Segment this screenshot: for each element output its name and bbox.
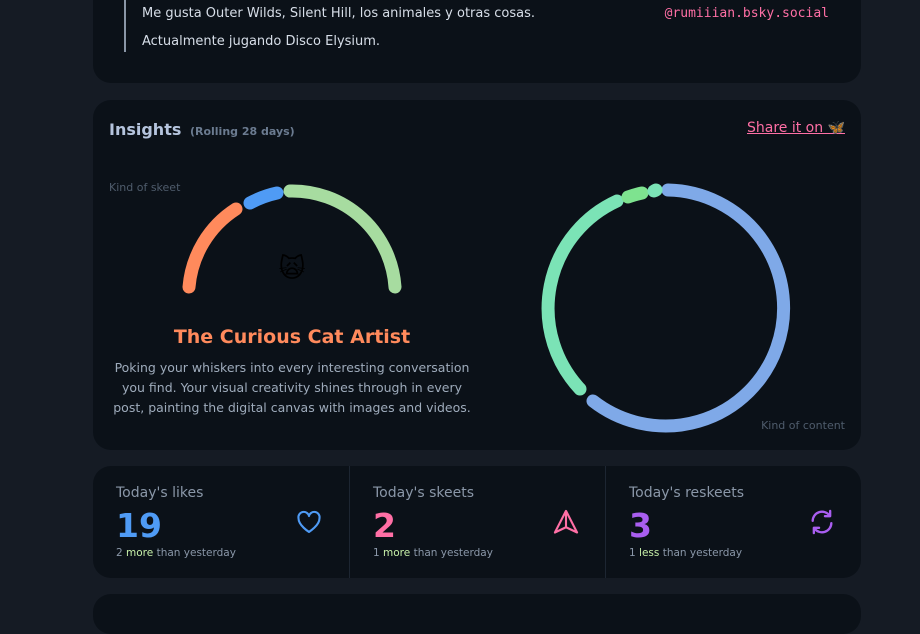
stat-label: Today's likes xyxy=(116,485,204,501)
stat-comparison: 2 more than yesterday xyxy=(116,547,236,559)
today-stats-card: Today's likes 19 2 more than yesterday T… xyxy=(93,466,861,578)
stat-value: 2 xyxy=(373,506,396,545)
stat-comparison: 1 less than yesterday xyxy=(629,547,743,559)
send-icon xyxy=(553,509,579,534)
insights-card: Insights (Rolling 28 days) Share it on 🦋… xyxy=(93,100,861,450)
bio-line: Me gusta Outer Wilds, Silent Hill, los a… xyxy=(142,6,536,21)
stat-value: 3 xyxy=(629,506,652,545)
cat-mascot-icon: 🙀 xyxy=(278,254,305,284)
archetype-description: Poking your whiskers into every interest… xyxy=(113,360,471,415)
stat-reskeets: Today's reskeets 3 1 less than yesterday xyxy=(605,466,862,578)
gauge-segment xyxy=(283,184,402,294)
stat-label: Today's skeets xyxy=(373,485,474,501)
repost-icon xyxy=(811,509,833,535)
next-card xyxy=(93,594,861,634)
stat-comparison: 1 more than yesterday xyxy=(373,547,493,559)
donut-segment xyxy=(586,183,791,433)
stat-label: Today's reskeets xyxy=(629,485,745,501)
donut-segment xyxy=(647,183,663,198)
gauge-segment xyxy=(182,202,243,294)
gauge-segment xyxy=(243,186,284,210)
donut-segment xyxy=(621,186,649,204)
profile-card: Me gusta Outer Wilds, Silent Hill, los a… xyxy=(93,0,861,83)
stat-skeets: Today's skeets 2 1 more than yesterday xyxy=(349,466,606,578)
archetype-title: The Curious Cat Artist xyxy=(173,326,411,348)
stat-value: 19 xyxy=(116,506,162,545)
heart-icon xyxy=(297,510,321,533)
content-donut xyxy=(541,183,791,433)
stat-likes: Today's likes 19 2 more than yesterday xyxy=(93,466,349,578)
bio-quote-rule xyxy=(124,0,126,52)
bio-line: Actualmente jugando Disco Elysium. xyxy=(142,34,381,49)
profile-handle[interactable]: @rumiiian.bsky.social xyxy=(665,6,829,21)
donut-segment xyxy=(541,194,624,396)
